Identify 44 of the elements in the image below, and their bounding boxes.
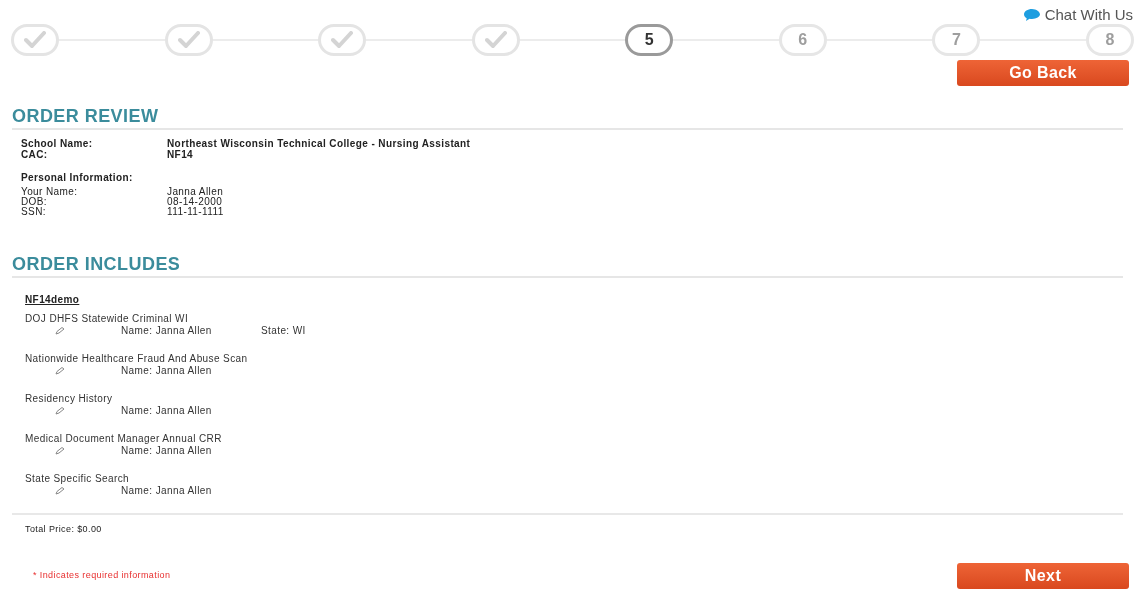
service-name: Residency History xyxy=(25,393,114,405)
checkmark-icon xyxy=(177,31,200,49)
service-field: Name: Janna Allen xyxy=(121,365,261,376)
next-button[interactable]: Next xyxy=(957,563,1129,589)
field-value: 111-11-1111 xyxy=(167,207,224,217)
field-label: Your Name: xyxy=(21,187,79,197)
pencil-icon[interactable] xyxy=(55,326,65,335)
service-field: State: WI xyxy=(261,325,306,336)
section-heading: ORDER REVIEW xyxy=(12,105,1123,130)
service-name: Medical Document Manager Annual CRR xyxy=(25,433,223,445)
service-field: Name: Janna Allen xyxy=(121,485,261,496)
service-field: Name: Janna Allen xyxy=(121,405,261,416)
chat-link[interactable]: Chat With Us xyxy=(1022,4,1133,27)
step-number: 6 xyxy=(778,24,827,56)
field-label: CAC: xyxy=(21,149,49,160)
service-field: Name: Janna Allen xyxy=(121,325,261,336)
service-name: State Specific Search xyxy=(25,473,130,485)
pencil-icon[interactable] xyxy=(55,366,65,375)
service-field: Name: Janna Allen xyxy=(121,445,261,456)
field-value: Janna Allen xyxy=(167,187,224,197)
field-label: DOB: xyxy=(21,197,49,207)
chat-bubble-icon xyxy=(1022,8,1041,23)
pencil-icon[interactable] xyxy=(55,486,65,495)
step-number: 8 xyxy=(1085,24,1134,56)
field-value: 08-14-2000 xyxy=(167,197,223,207)
service-name: DOJ DHFS Statewide Criminal WI xyxy=(25,313,190,325)
checkmark-icon xyxy=(331,31,354,49)
section-heading: ORDER INCLUDES xyxy=(12,253,1123,278)
package-name: NF14demo xyxy=(25,294,80,306)
pencil-icon[interactable] xyxy=(55,446,65,455)
checkmark-icon xyxy=(484,31,507,49)
field-value: Northeast Wisconsin Technical College - Nursing Assistant xyxy=(167,138,471,149)
total-price: Total Price: $0.00 xyxy=(25,523,102,535)
step-number: 7 xyxy=(932,24,981,56)
field-label: School Name: xyxy=(21,138,94,149)
go-back-button[interactable]: Go Back xyxy=(957,60,1129,86)
field-value: NF14 xyxy=(167,149,194,160)
required-note: * Indicates required information xyxy=(33,569,171,583)
pencil-icon[interactable] xyxy=(55,406,65,415)
service-name: Nationwide Healthcare Fraud And Abuse Scan xyxy=(25,353,249,365)
subsection-label: Personal Information: xyxy=(20,172,134,184)
step-number: 5 xyxy=(625,24,674,56)
field-label: SSN: xyxy=(21,207,47,217)
checkmark-icon xyxy=(24,31,46,49)
